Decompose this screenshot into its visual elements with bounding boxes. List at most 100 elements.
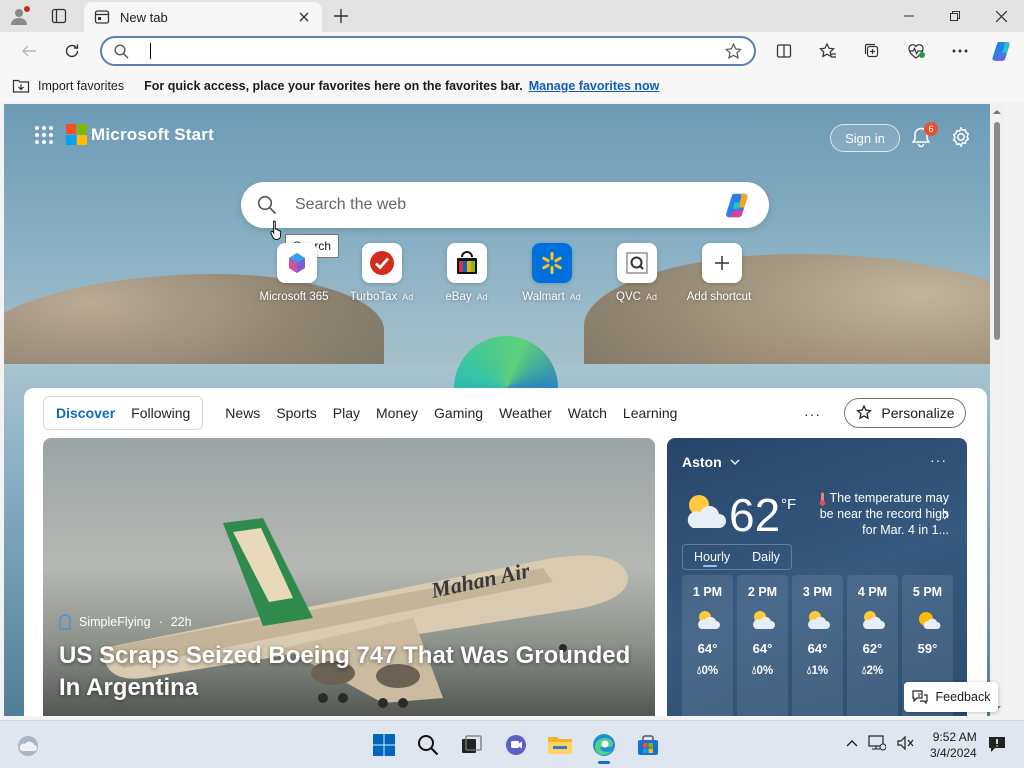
search-icon[interactable] <box>257 195 277 215</box>
address-bar[interactable] <box>100 36 756 66</box>
tab-sports[interactable]: Sports <box>268 396 324 430</box>
import-favorites-label: Import favorites <box>38 79 125 93</box>
notification-center-icon[interactable] <box>988 735 1006 753</box>
hero-article-card[interactable]: Mahan Air SimpleFlying · 22h US Scraps S… <box>43 438 655 716</box>
start-button[interactable] <box>366 729 402 761</box>
browser-essentials-icon[interactable] <box>900 36 932 66</box>
tab-title: New tab <box>120 9 168 25</box>
microsoft-start-logo[interactable]: Microsoft Start <box>66 124 214 145</box>
forecast-hour[interactable]: 3 PM 64° 💧︎1% <box>792 575 843 716</box>
more-tabs-button[interactable]: ··· <box>804 406 821 422</box>
collections-icon[interactable] <box>856 36 888 66</box>
refresh-button[interactable] <box>57 36 87 66</box>
sign-in-button[interactable]: Sign in <box>830 124 900 152</box>
chevron-right-icon[interactable] <box>943 510 949 520</box>
restore-button[interactable] <box>932 0 978 32</box>
favorites-bar: Import favorites For quick access, place… <box>0 70 1024 102</box>
network-icon[interactable] <box>868 735 886 751</box>
taskbar-search-icon[interactable] <box>410 729 446 761</box>
split-screen-icon[interactable] <box>768 36 800 66</box>
partly-cloudy-icon <box>750 609 776 631</box>
microsoft-store-icon[interactable] <box>630 729 666 761</box>
close-window-button[interactable] <box>978 0 1024 32</box>
ad-label: Ad <box>645 292 657 302</box>
system-clock[interactable]: 9:52 AM 3/4/2024 <box>930 729 977 761</box>
tab-new-tab[interactable]: New tab <box>84 2 322 32</box>
precip-value: 1% <box>811 665 829 677</box>
tab-learning[interactable]: Learning <box>615 396 686 430</box>
article-headline[interactable]: US Scraps Seized Boeing 747 That Was Gro… <box>59 640 639 704</box>
quick-link-microsoft-365[interactable]: Microsoft 365 <box>254 243 339 303</box>
teams-chat-icon[interactable] <box>498 729 534 761</box>
tile-label: Add shortcut <box>686 291 752 303</box>
tab-hourly[interactable]: Hourly <box>683 545 741 569</box>
feedback-button[interactable]: Feedback <box>904 682 998 712</box>
minimize-button[interactable] <box>886 0 932 32</box>
tab-play[interactable]: Play <box>325 396 368 430</box>
favorites-icon[interactable] <box>812 36 844 66</box>
tile-label: TurboTax <box>349 291 398 303</box>
weather-location-selector[interactable]: Aston <box>682 454 740 470</box>
weather-alert[interactable]: The temperature may be near the record h… <box>807 490 949 538</box>
quick-link-walmart[interactable]: Walmart Ad <box>509 243 594 303</box>
forecast-temp: 64° <box>697 641 718 656</box>
app-launcher-icon[interactable] <box>34 125 54 145</box>
copilot-search-icon[interactable] <box>723 190 753 220</box>
new-tab-button[interactable] <box>330 5 352 27</box>
source-name: SimpleFlying <box>79 615 151 629</box>
new-tab-page: Microsoft Start Sign in 6 Search the web… <box>4 104 1004 716</box>
volume-muted-icon[interactable] <box>896 735 914 751</box>
precip-value: 0% <box>756 665 774 677</box>
favorite-star-icon[interactable] <box>725 42 742 60</box>
tab-watch[interactable]: Watch <box>560 396 615 430</box>
tab-following[interactable]: Following <box>123 396 198 430</box>
tab-money[interactable]: Money <box>368 396 426 430</box>
tab-daily[interactable]: Daily <box>741 545 791 569</box>
show-hidden-icons-chevron-icon[interactable] <box>846 739 858 747</box>
copilot-icon[interactable] <box>986 36 1018 66</box>
weather-location: Aston <box>682 454 722 470</box>
forecast-hour[interactable]: 1 PM 64° 💧︎0% <box>682 575 733 716</box>
address-input[interactable] <box>141 43 725 59</box>
back-button[interactable] <box>14 36 44 66</box>
ebay-icon <box>454 250 480 276</box>
thermometer-icon <box>819 492 826 506</box>
quick-link-add-shortcut[interactable]: Add shortcut <box>679 243 764 303</box>
walmart-icon <box>539 250 565 276</box>
sunny-cloudy-icon <box>915 609 941 631</box>
ad-label: Ad <box>402 292 414 302</box>
settings-gear-icon[interactable] <box>950 126 974 150</box>
weather-card: Aston ··· 62 °F The temperature may be n… <box>667 438 967 716</box>
personalize-button[interactable]: Personalize <box>844 398 966 428</box>
taskbar-weather-icon[interactable] <box>16 734 40 758</box>
quick-link-ebay[interactable]: eBay Ad <box>424 243 509 303</box>
tab-discover[interactable]: Discover <box>48 396 123 430</box>
title-bar: New tab <box>0 0 1024 32</box>
source-logo-icon <box>59 614 71 630</box>
scroll-thumb[interactable] <box>994 122 1000 340</box>
tab-weather[interactable]: Weather <box>491 396 560 430</box>
web-search-box[interactable]: Search the web <box>241 182 769 228</box>
edge-taskbar-icon[interactable] <box>586 729 622 764</box>
forecast-precip: 💧︎0% <box>697 665 718 678</box>
file-explorer-icon[interactable] <box>542 729 578 761</box>
task-view-icon[interactable] <box>454 729 490 761</box>
microsoft-365-icon <box>285 251 309 275</box>
quick-link-turbotax[interactable]: TurboTax Ad <box>339 243 424 303</box>
forecast-hour[interactable]: 4 PM 62° 💧︎2% <box>847 575 898 716</box>
manage-favorites-link[interactable]: Manage favorites now <box>529 79 660 93</box>
forecast-time: 2 PM <box>747 585 778 599</box>
more-menu-icon[interactable] <box>944 36 976 66</box>
profile-icon[interactable] <box>6 4 32 28</box>
weather-more-button[interactable]: ··· <box>930 452 947 468</box>
forecast-hour[interactable]: 2 PM 64° 💧︎0% <box>737 575 788 716</box>
import-favorites-button[interactable]: Import favorites <box>12 78 124 94</box>
notification-badge: 6 <box>924 122 938 136</box>
page-scrollbar[interactable] <box>990 104 1004 716</box>
tab-news[interactable]: News <box>217 396 268 430</box>
tab-gaming[interactable]: Gaming <box>426 396 491 430</box>
close-tab-icon[interactable] <box>296 9 312 25</box>
quick-link-qvc[interactable]: QVC Ad <box>594 243 679 303</box>
tab-actions-icon[interactable] <box>46 4 72 28</box>
scroll-up-arrow-icon[interactable] <box>993 108 1001 116</box>
